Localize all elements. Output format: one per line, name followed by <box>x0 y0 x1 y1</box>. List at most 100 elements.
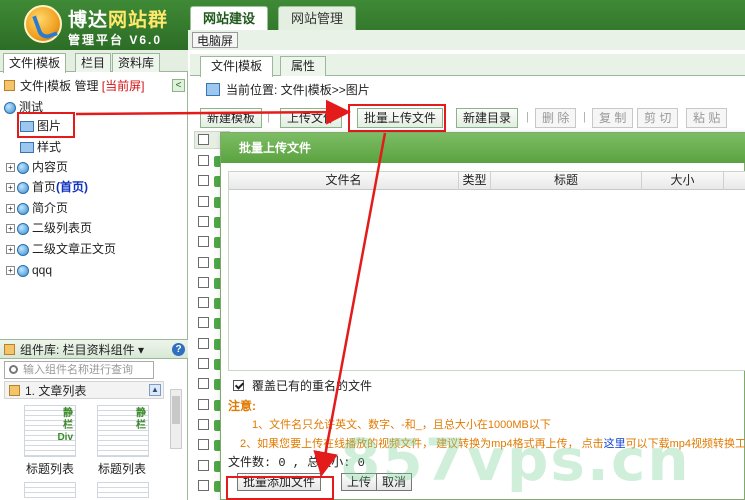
widget-tag: 静 栏 Div <box>57 408 73 443</box>
row-checkbox[interactable] <box>198 439 209 451</box>
collapse-up-icon[interactable]: ▲ <box>149 384 161 396</box>
folder-icon <box>4 80 15 91</box>
paste-button[interactable]: 粘 贴 <box>686 108 728 128</box>
tree-node-home[interactable]: + 首页(首页) <box>6 178 88 196</box>
globe-icon <box>17 222 29 235</box>
tree-node-intro[interactable]: + 简介页 <box>6 199 68 217</box>
row-checkbox[interactable] <box>198 378 209 390</box>
copy-button[interactable]: 复 制 <box>592 108 634 128</box>
delete-button[interactable]: 删 除 <box>535 108 577 128</box>
component-library-header[interactable]: 组件库: 栏目资料组件 ▾ ? <box>0 339 188 359</box>
upload-button[interactable]: 上传 <box>341 473 378 491</box>
batch-upload-dialog: 批量上传文件 文件名 类型 标题 大小 覆盖已有的重名的文件 注意: 1、文件名… <box>220 132 745 500</box>
widget-label: 标题列表 <box>98 462 147 476</box>
tab-properties[interactable]: 属性 <box>280 56 327 76</box>
content-tabs: 文件|模板 属性 <box>190 54 745 77</box>
screen-bar: 电脑屏 <box>188 30 745 50</box>
globe-icon <box>17 243 29 256</box>
expand-icon[interactable]: + <box>6 245 15 255</box>
widget-title-list-2[interactable]: 静 栏 <box>97 405 149 457</box>
column-type[interactable]: 类型 <box>459 172 491 190</box>
row-checkbox[interactable] <box>198 337 209 349</box>
tab-file-template-right[interactable]: 文件|模板 <box>200 56 274 77</box>
row-checkbox[interactable] <box>198 358 209 369</box>
new-directory-button[interactable]: 新建目录 <box>456 108 519 128</box>
image-folder-icon <box>20 142 34 154</box>
current-screen-label: [当前屏] <box>101 79 145 93</box>
tab-file-template[interactable]: 文件|模板 <box>3 53 67 73</box>
row-checkbox[interactable] <box>198 479 209 491</box>
panel-title: 文件|模板 管理 [当前屏] < <box>0 76 188 96</box>
platform-version: 管理平台 V6.0 <box>68 33 163 47</box>
tree-node-article[interactable]: + 二级文章正文页 <box>6 240 116 258</box>
collapse-icon[interactable]: < <box>172 79 185 92</box>
tab-site-build[interactable]: 网站建设 <box>190 6 269 30</box>
expand-icon[interactable]: + <box>6 224 15 234</box>
row-checkbox[interactable] <box>198 317 209 329</box>
column-filename[interactable]: 文件名 <box>229 172 459 190</box>
logo-title: 博达网站群 <box>68 9 169 31</box>
left-scrollbar[interactable] <box>170 389 182 449</box>
desktop-screen-button[interactable]: 电脑屏 <box>192 32 239 48</box>
globe-icon <box>17 202 29 215</box>
overwrite-option[interactable]: 覆盖已有的重名的文件 <box>233 379 372 393</box>
row-checkbox[interactable] <box>198 276 209 288</box>
upload-file-grid: 文件名 类型 标题 大小 <box>228 171 745 371</box>
row-checkbox[interactable] <box>198 175 209 187</box>
widget-tag: 静 栏 <box>136 408 146 431</box>
widget-label: 标题列表 <box>26 462 75 476</box>
tree-node-qqq[interactable]: + qqq <box>6 261 52 279</box>
expand-icon[interactable]: + <box>6 163 15 173</box>
location-icon <box>206 83 220 96</box>
upload-file-button[interactable]: 上传文件 <box>280 108 343 128</box>
expand-icon[interactable]: + <box>6 204 15 214</box>
tab-library[interactable]: 资料库 <box>112 53 161 72</box>
row-checkbox[interactable] <box>198 297 209 309</box>
note-line-1: 1、文件名只允许英文、数字、-和_，且总大小在1000MB以下 <box>252 419 551 431</box>
grid-header: 文件名 类型 标题 大小 <box>229 172 745 190</box>
row-checkbox[interactable] <box>198 418 209 430</box>
cancel-button[interactable]: 取消 <box>376 473 413 491</box>
note-title: 注意: <box>228 399 256 413</box>
row-checkbox[interactable] <box>198 236 209 248</box>
row-checkbox[interactable] <box>198 256 209 268</box>
expand-icon[interactable]: + <box>6 266 15 276</box>
highlight-batch-add <box>226 476 334 500</box>
row-checkbox[interactable] <box>198 398 209 410</box>
tree-node-list[interactable]: + 二级列表页 <box>6 219 92 237</box>
search-icon <box>9 365 18 374</box>
row-checkbox[interactable] <box>198 215 209 227</box>
file-count-summary: 文件数: 0 , 总大小: 0 <box>228 456 365 470</box>
help-icon[interactable]: ? <box>172 343 185 356</box>
widget-partial-2[interactable] <box>97 482 149 498</box>
download-link[interactable]: 这里 <box>604 438 626 450</box>
toolbar-separator: | <box>526 111 529 123</box>
tab-site-manage[interactable]: 网站管理 <box>278 6 357 30</box>
cut-button[interactable]: 剪 切 <box>637 108 679 128</box>
dialog-title: 批量上传文件 <box>221 133 745 163</box>
overwrite-checkbox[interactable] <box>233 380 244 391</box>
folder-icon <box>9 385 20 396</box>
highlight-images-node <box>17 112 75 138</box>
widget-partial-1[interactable] <box>24 482 76 498</box>
row-checkbox[interactable] <box>198 459 209 471</box>
select-all-checkbox[interactable] <box>198 134 209 145</box>
section-article-list[interactable]: 1. 文章列表 ▲ <box>4 381 164 399</box>
widget-title-list-1[interactable]: 静 栏 Div <box>24 405 76 457</box>
column-title[interactable]: 标题 <box>491 172 642 190</box>
column-size[interactable]: 大小 <box>642 172 724 190</box>
tree-node-styles[interactable]: 样式 <box>20 138 61 156</box>
component-search-input[interactable]: 输入组件名称进行查询 <box>4 361 154 379</box>
new-template-button[interactable]: 新建模板 <box>200 108 263 128</box>
row-checkbox[interactable] <box>198 155 209 166</box>
tree-node-content[interactable]: + 内容页 <box>6 158 68 176</box>
globe-icon <box>17 181 29 194</box>
row-checkbox[interactable] <box>198 195 209 207</box>
note-line-2: 2、如果您要上传在线播放的视频文件， 建议转换为mp4格式再上传， 点击这里可以… <box>240 438 745 450</box>
tab-column[interactable]: 栏目 <box>75 53 112 72</box>
left-tabs: 文件|模板 栏目 资料库 <box>0 50 188 73</box>
home-marker: (首页) <box>56 180 89 194</box>
expand-icon[interactable]: + <box>6 183 15 193</box>
globe-icon <box>17 161 29 174</box>
scroll-thumb[interactable] <box>172 396 180 424</box>
